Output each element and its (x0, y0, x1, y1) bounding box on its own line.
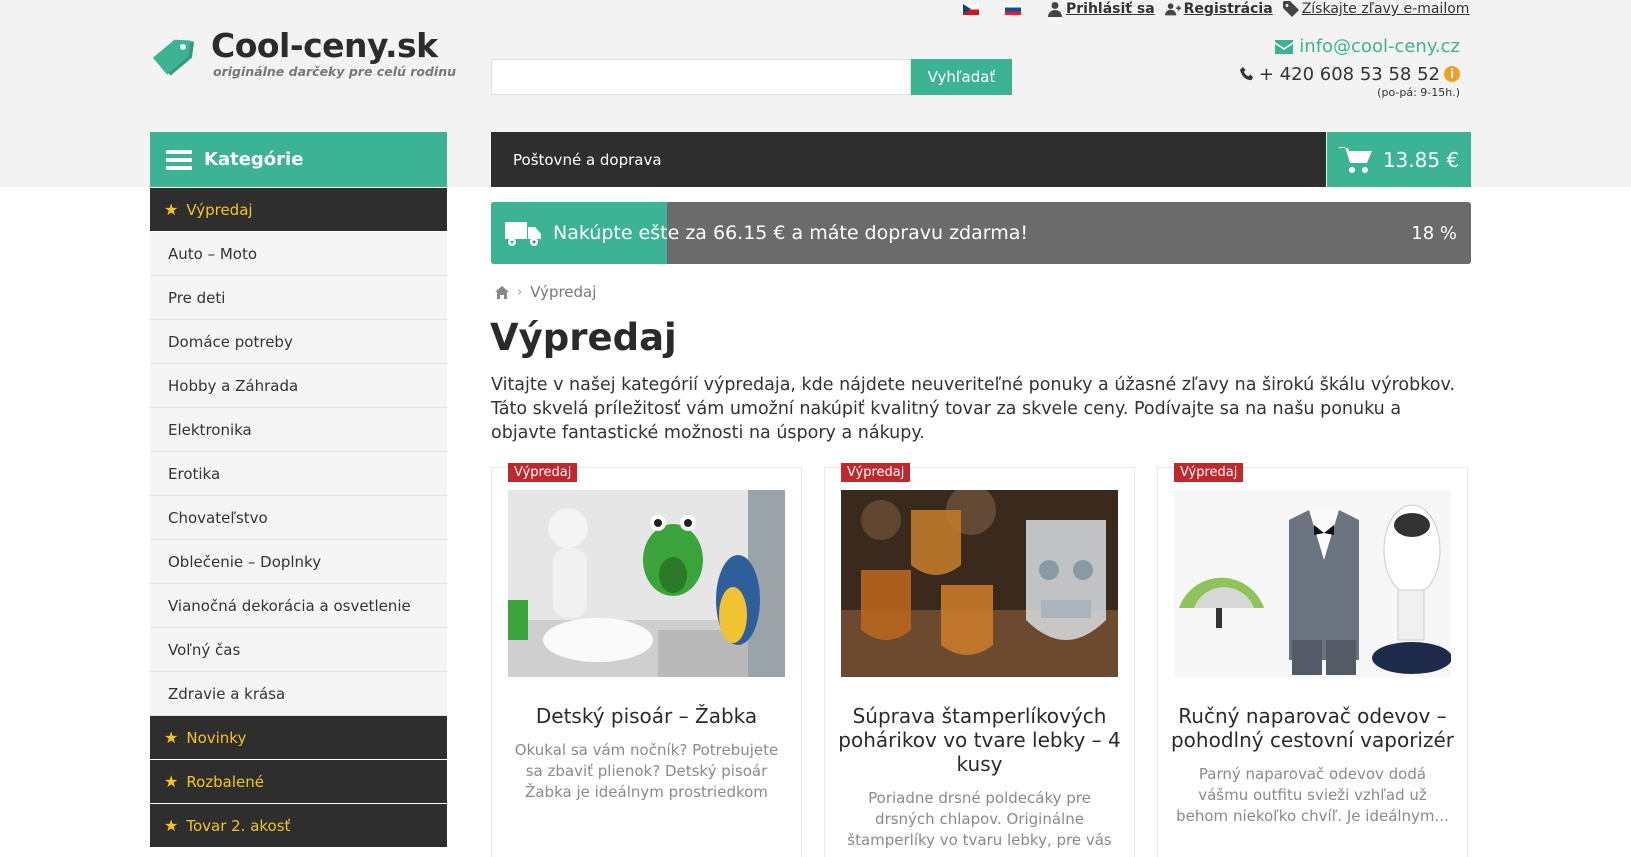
menu-icon (166, 149, 192, 170)
category-item[interactable]: Hobby a Záhrada (150, 364, 447, 408)
category-label: Voľný čas (168, 640, 241, 659)
search-form: Vyhľadať (491, 59, 1012, 95)
category-label: Rozbalené (186, 772, 264, 791)
page-title: Výpredaj (490, 316, 677, 359)
category-label: Elektronika (168, 420, 252, 439)
breadcrumb-current: Výpredaj (530, 283, 597, 301)
category-item[interactable]: ★ Tovar 2. akosť (150, 804, 447, 848)
logo-name: Cool-ceny.sk (211, 26, 438, 65)
star-icon: ★ (164, 815, 179, 835)
email-link[interactable]: info@cool-ceny.cz (1275, 36, 1460, 57)
phone-icon (1239, 66, 1253, 80)
site-logo[interactable]: Cool-ceny.sk originálne darčeky pre celú… (151, 26, 456, 86)
product-title[interactable]: Súprava štamperlíkových pohárikov vo tva… (835, 704, 1124, 776)
category-item[interactable]: Elektronika (150, 408, 447, 452)
product-title[interactable]: Ručný naparovač odevov – pohodlný cestov… (1168, 704, 1457, 752)
product-description: Poriadne drsné poldecáky pre drsných chl… (847, 789, 1112, 857)
phone-line: + 420 608 53 58 52 i (1239, 63, 1460, 85)
category-label: Oblečenie – Doplnky (168, 552, 322, 571)
login-link[interactable]: Prihlásiť sa (1047, 1, 1155, 17)
product-card[interactable]: Výpredaj Ručný naparovač odevov – pohodl… (1157, 463, 1468, 857)
category-item[interactable]: ★ Rozbalené (150, 760, 447, 804)
slovak-flag-icon[interactable] (1005, 3, 1021, 15)
price-tag-logo-icon (152, 39, 195, 76)
category-label: Výpredaj (186, 200, 253, 219)
sale-badge: Výpredaj (1174, 463, 1244, 482)
home-icon[interactable] (495, 285, 509, 299)
category-label: Erotika (168, 464, 221, 483)
category-label: Tovar 2. akosť (186, 816, 291, 835)
cart-icon (1338, 146, 1372, 173)
category-item[interactable]: Erotika (150, 452, 447, 496)
category-item[interactable]: ★ Novinky (150, 716, 447, 760)
product-title[interactable]: Detský pisoár – Žabka (502, 704, 791, 728)
category-list: ★ Výpredaj Auto – Moto Pre deti Domáce potre… (150, 188, 447, 848)
category-item[interactable]: Voľný čas (150, 628, 447, 672)
category-item[interactable]: Chovateľstvo (150, 496, 447, 540)
product-card[interactable]: Výpredaj Detský pisoár – Žabka Okukal sa… (491, 463, 802, 857)
category-label: Hobby a Záhrada (168, 376, 299, 395)
product-description: Okukal sa vám nočník? Potrebujete sa zba… (514, 741, 779, 801)
category-label: Auto – Moto (168, 244, 258, 263)
opening-hours: (po-pá: 9-15h.) (1377, 85, 1460, 99)
category-item[interactable]: Domáce potreby (150, 320, 447, 364)
product-image[interactable] (841, 490, 1118, 677)
sale-badge: Výpredaj (841, 463, 911, 482)
logo-slogan: originálne darčeky pre celú rodinu (213, 64, 457, 79)
shipping-info-link[interactable]: Poštovné a doprava (491, 132, 1326, 187)
category-intro: Vitajte v našej kategórií výpredaja, kde… (491, 375, 1456, 443)
search-button[interactable]: Vyhľadať (911, 59, 1012, 95)
tag-icon (1282, 1, 1299, 17)
category-item[interactable]: Oblečenie – Doplnky (150, 540, 447, 584)
search-input[interactable] (491, 59, 911, 95)
category-item[interactable]: Zdravie a krása (150, 672, 447, 716)
info-icon[interactable]: i (1444, 66, 1460, 82)
envelope-icon (1275, 39, 1294, 54)
cart-total: 13.85 € (1382, 147, 1460, 172)
truck-icon (505, 222, 541, 246)
product-description: Parný naparovač odevov dodá vášmu outfit… (1176, 765, 1449, 825)
star-icon: ★ (164, 771, 179, 791)
category-item[interactable]: Auto – Moto (150, 232, 447, 276)
register-link[interactable]: Registrácia (1164, 1, 1273, 17)
product-image[interactable] (508, 490, 785, 677)
category-label: Pre deti (168, 288, 226, 307)
sale-badge: Výpredaj (508, 463, 578, 482)
contact-info: info@cool-ceny.cz + 420 608 53 58 52 i (… (1239, 36, 1460, 99)
product-image[interactable] (1174, 490, 1451, 677)
phone-number: + 420 608 53 58 52 (1258, 63, 1440, 85)
progress-percent: 18 % (1411, 222, 1457, 244)
category-item[interactable]: Pre deti (150, 276, 447, 320)
category-item[interactable]: ★ Výpredaj (150, 188, 447, 232)
cart-button[interactable]: 13.85 € (1327, 132, 1471, 187)
czech-flag-icon[interactable] (963, 3, 979, 15)
star-icon: ★ (164, 727, 179, 747)
free-shipping-progress: Nakúpte ešte za 66.15 € a máte dopravu z… (491, 202, 1471, 264)
category-label: Chovateľstvo (168, 508, 268, 527)
categories-header[interactable]: Kategórie (150, 132, 447, 187)
discount-email-link[interactable]: Získajte zľavy e-mailom (1282, 1, 1469, 17)
add-user-icon (1164, 3, 1181, 16)
top-links: Prihlásiť sa Registrácia Získajte zľavy … (963, 0, 1469, 18)
breadcrumb-separator: › (517, 284, 523, 300)
category-label: Novinky (186, 728, 247, 747)
category-label: Domáce potreby (168, 332, 293, 351)
star-icon: ★ (164, 199, 179, 219)
free-shipping-message: Nakúpte ešte za 66.15 € a máte dopravu z… (553, 222, 1028, 244)
user-icon (1048, 2, 1062, 17)
breadcrumb: › Výpredaj (495, 283, 596, 301)
category-item[interactable]: Vianočná dekorácia a osvetlenie (150, 584, 447, 628)
category-label: Zdravie a krása (168, 684, 286, 703)
category-label: Vianočná dekorácia a osvetlenie (168, 596, 411, 615)
product-card[interactable]: Výpredaj Súprava štamperlíkových pohárik… (824, 463, 1135, 857)
